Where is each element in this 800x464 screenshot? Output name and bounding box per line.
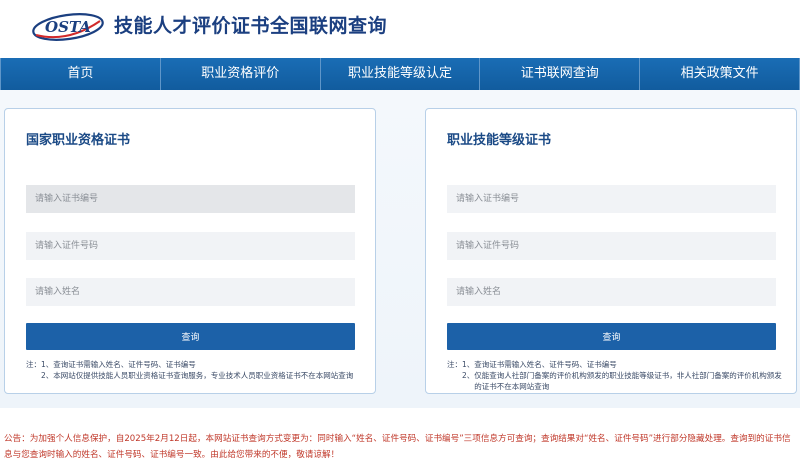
note-prefix: 注： xyxy=(26,360,41,369)
note-line: 注： 1、 查询证书需输入姓名、证件号码、证书编号 xyxy=(447,359,782,370)
note-prefix: 注： xyxy=(447,360,462,369)
main-nav: 首页 职业资格评价 职业技能等级认定 证书联网查询 相关政策文件 xyxy=(0,58,800,90)
note-number: 2、 xyxy=(41,371,54,380)
nav-item-certificate-query[interactable]: 证书联网查询 xyxy=(480,58,641,90)
nav-item-skill-level-certification[interactable]: 职业技能等级认定 xyxy=(321,58,481,90)
card-notes: 注： 1、 查询证书需输入姓名、证件号码、证书编号 2、 仅能查询人社部门备案的… xyxy=(447,359,782,392)
card-notes: 注： 1、 查询证书需输入姓名、证件号码、证书编号 2、 本网站仅提供技能人员职… xyxy=(26,359,361,381)
nav-item-policy-documents[interactable]: 相关政策文件 xyxy=(640,58,800,90)
id-number-input[interactable] xyxy=(447,232,776,260)
main-content: 国家职业资格证书 查询 注： 1、 查询证书需输入姓名、证件号码、证书编号 2、… xyxy=(0,90,800,408)
site-title: 技能人才评价证书全国联网查询 xyxy=(114,15,388,37)
osta-logo-icon: OSTA xyxy=(32,13,104,41)
qualification-certificate-card: 国家职业资格证书 查询 注： 1、 查询证书需输入姓名、证件号码、证书编号 2、… xyxy=(4,108,376,394)
osta-logo[interactable]: OSTA xyxy=(30,11,106,43)
note-number: 1、 xyxy=(462,360,475,369)
logo-text: OSTA xyxy=(45,18,91,36)
announcement-text: 公告：为加强个人信息保护，自2025年2月12日起，本网站证书查询方式变更为：同… xyxy=(4,434,791,460)
note-text: 查询证书需输入姓名、证件号码、证书编号 xyxy=(53,360,196,369)
card-title: 国家职业资格证书 xyxy=(26,133,131,148)
note-line: 2、 仅能查询人社部门备案的评价机构颁发的职业技能等级证书，非人社部门备案的评价… xyxy=(447,370,782,392)
name-input[interactable] xyxy=(447,278,776,306)
nav-item-home[interactable]: 首页 xyxy=(0,58,161,90)
nav-item-qualification-evaluation[interactable]: 职业资格评价 xyxy=(161,58,321,90)
name-input[interactable] xyxy=(26,278,355,306)
query-button[interactable]: 查询 xyxy=(26,323,355,350)
note-line: 2、 本网站仅提供技能人员职业资格证书查询服务，专业技术人员职业资格证书不在本网… xyxy=(26,370,361,381)
certificate-number-input[interactable] xyxy=(447,185,776,213)
note-line: 注： 1、 查询证书需输入姓名、证件号码、证书编号 xyxy=(26,359,361,370)
site-header: OSTA 技能人才评价证书全国联网查询 xyxy=(0,0,800,58)
note-number: 1、 xyxy=(41,360,54,369)
certificate-number-input[interactable] xyxy=(26,185,355,213)
id-number-input[interactable] xyxy=(26,232,355,260)
card-title: 职业技能等级证书 xyxy=(447,133,552,148)
query-button[interactable]: 查询 xyxy=(447,323,776,350)
note-text: 本网站仅提供技能人员职业资格证书查询服务，专业技术人员职业资格证书不在本网站查询 xyxy=(53,371,354,380)
note-number: 2、 xyxy=(462,371,475,380)
note-text: 查询证书需输入姓名、证件号码、证书编号 xyxy=(474,360,617,369)
skill-level-certificate-card: 职业技能等级证书 查询 注： 1、 查询证书需输入姓名、证件号码、证书编号 2、… xyxy=(425,108,797,394)
note-text: 仅能查询人社部门备案的评价机构颁发的职业技能等级证书，非人社部门备案的评价机构颁… xyxy=(474,371,782,391)
